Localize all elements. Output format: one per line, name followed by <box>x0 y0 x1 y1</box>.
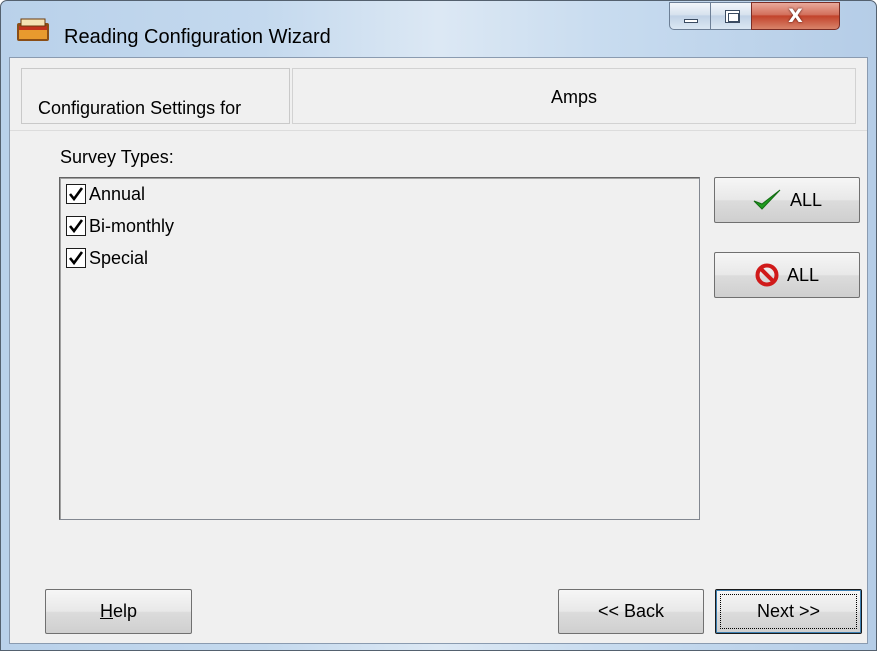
survey-types-list[interactable]: Annual Bi-monthly Special <box>59 177 700 520</box>
select-all-button[interactable]: ALL <box>714 177 860 223</box>
clear-all-button[interactable]: ALL <box>714 252 860 298</box>
config-value: Amps <box>550 87 597 107</box>
minimize-icon <box>684 19 698 23</box>
annual-checkbox[interactable] <box>66 184 86 204</box>
special-label: Special <box>89 247 149 268</box>
checkmark-icon <box>68 187 84 202</box>
window-title: Reading Configuration Wizard <box>64 26 331 48</box>
help-label: Help <box>100 601 137 622</box>
close-icon: X <box>788 5 803 27</box>
help-button[interactable]: Help <box>45 589 192 634</box>
wizard-window: Reading Configuration Wizard X Configura… <box>0 0 877 651</box>
bi-monthly-label: Bi-monthly <box>89 215 175 236</box>
header-separator <box>10 130 867 131</box>
minimize-button[interactable] <box>669 2 711 30</box>
green-check-icon <box>753 189 781 210</box>
config-label: Configuration Settings for <box>38 98 242 118</box>
maximize-button[interactable] <box>710 2 752 30</box>
title-bar[interactable]: Reading Configuration Wizard X <box>1 1 876 57</box>
back-label: << Back <box>597 601 665 621</box>
back-button[interactable]: << Back <box>558 589 704 634</box>
red-prohibited-icon <box>755 263 779 287</box>
app-icon <box>17 18 49 41</box>
help-label-rest: elp <box>112 601 138 621</box>
config-label-box: Configuration Settings for <box>21 68 290 124</box>
special-checkbox[interactable] <box>66 248 86 268</box>
help-mnemonic: H <box>99 601 113 621</box>
list-item-annual[interactable]: Annual <box>66 181 145 207</box>
next-button[interactable]: Next >> <box>715 589 862 634</box>
focus-rectangle <box>720 594 857 629</box>
close-button[interactable]: X <box>751 2 840 30</box>
maximize-icon <box>725 10 740 23</box>
config-value-box: Amps <box>292 68 856 124</box>
checkmark-icon <box>68 219 84 234</box>
list-item-bi-monthly[interactable]: Bi-monthly <box>66 213 174 239</box>
select-all-label: ALL <box>789 189 823 210</box>
list-item-special[interactable]: Special <box>66 245 148 271</box>
clear-all-label: ALL <box>786 264 820 285</box>
survey-types-label: Survey Types: <box>60 147 174 167</box>
bi-monthly-checkbox[interactable] <box>66 216 86 236</box>
annual-label: Annual <box>89 183 146 204</box>
wizard-body: Configuration Settings for Amps Survey T… <box>9 57 868 644</box>
checkmark-icon <box>68 251 84 266</box>
